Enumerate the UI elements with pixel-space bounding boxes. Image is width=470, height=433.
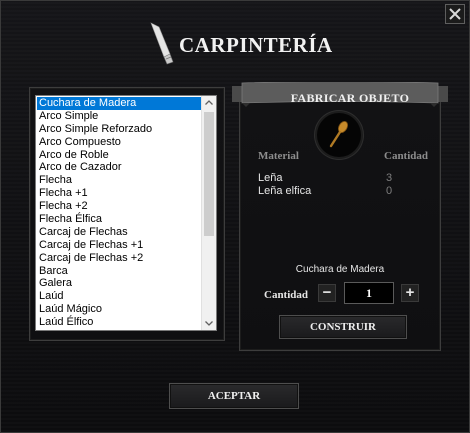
material-name: Leña xyxy=(258,172,283,184)
selected-item-name: Cuchara de Madera xyxy=(295,264,385,275)
recipe-list-panel: Cuchara de Madera Arco Simple Arco Simple … xyxy=(29,87,225,341)
increase-quantity-button[interactable]: + xyxy=(401,284,419,302)
scroll-thumb[interactable] xyxy=(204,112,214,236)
saw-icon xyxy=(150,22,174,65)
quantity-input[interactable]: 1 xyxy=(344,282,394,304)
material-header: Material xyxy=(258,150,299,162)
wooden-spoon-icon xyxy=(329,121,348,148)
recipe-item[interactable]: Arco de Roble xyxy=(37,149,201,162)
recipe-item[interactable]: Flecha +1 xyxy=(37,187,201,200)
scroll-up-icon[interactable] xyxy=(202,96,216,110)
close-button[interactable] xyxy=(445,4,465,24)
recipe-item[interactable]: Laúd xyxy=(37,290,201,303)
recipe-item[interactable]: Arco Simple Reforzado xyxy=(37,123,201,136)
quantity-header: Cantidad xyxy=(384,150,429,162)
material-name: Leña elfica xyxy=(258,185,312,197)
recipe-item[interactable]: Laúd Mágico xyxy=(37,303,201,316)
recipe-item[interactable]: Flecha +2 xyxy=(37,200,201,213)
material-qty: 3 xyxy=(386,172,393,184)
craft-banner-title: FABRICAR OBJETO xyxy=(290,91,410,105)
recipe-item[interactable]: Carcaj de Flechas +1 xyxy=(37,239,201,252)
recipe-item[interactable]: Barca xyxy=(37,265,201,278)
craft-panel: FABRICAR OBJETO Material Cantidad Leña 3… xyxy=(232,82,448,351)
scroll-down-icon[interactable] xyxy=(202,316,216,330)
recipe-item[interactable]: Arco Compuesto xyxy=(37,136,201,149)
decrease-quantity-button[interactable]: − xyxy=(318,284,336,302)
material-qty: 0 xyxy=(386,185,393,197)
item-preview xyxy=(317,113,361,157)
recipe-item[interactable]: Galera xyxy=(37,277,201,290)
recipe-item[interactable]: Flecha xyxy=(37,174,201,187)
recipe-scrollbar[interactable] xyxy=(201,96,216,330)
recipe-item[interactable]: Carcaj de Flechas +2 xyxy=(37,252,201,265)
recipe-list: Cuchara de Madera Arco Simple Arco Simple … xyxy=(37,97,201,329)
accept-button[interactable]: ACEPTAR xyxy=(169,383,299,409)
material-row: Leña 3 xyxy=(258,172,428,185)
build-button[interactable]: CONSTRUIR xyxy=(279,315,407,339)
close-icon xyxy=(449,8,461,20)
recipe-item[interactable]: Carcaj de Flechas xyxy=(37,226,201,239)
recipe-item[interactable]: Flecha Élfica xyxy=(37,213,201,226)
recipe-listbox[interactable]: Cuchara de Madera Arco Simple Arco Simple … xyxy=(35,95,217,331)
recipe-item[interactable]: Arco Simple xyxy=(37,110,201,123)
quantity-label: Cantidad xyxy=(264,289,309,301)
crafting-window: CARPINTERÍA Cuchara de Madera Arco Simple… xyxy=(0,0,470,433)
window-title: CARPINTERÍA xyxy=(179,33,333,57)
material-row: Leña elfica 0 xyxy=(258,185,428,198)
recipe-item[interactable]: Laúd Élfico xyxy=(37,316,201,329)
recipe-item[interactable]: Arco de Cazador xyxy=(37,161,201,174)
recipe-item[interactable]: Cuchara de Madera xyxy=(37,97,201,110)
